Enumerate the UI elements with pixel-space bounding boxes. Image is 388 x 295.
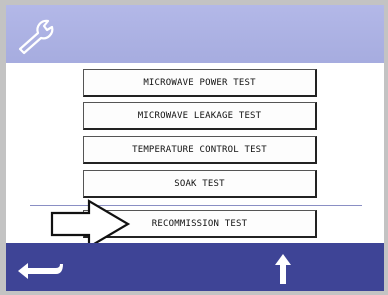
soak-test-button[interactable]: SOAK TEST bbox=[83, 170, 317, 198]
right-arrow-pointer-icon bbox=[50, 199, 131, 249]
microwave-power-test-button[interactable]: MICROWAVE POWER TEST bbox=[83, 69, 317, 97]
back-arrow-icon[interactable] bbox=[16, 259, 66, 279]
footer-bar bbox=[6, 243, 384, 291]
microwave-leakage-test-button[interactable]: MICROWAVE LEAKAGE TEST bbox=[83, 102, 317, 130]
wrench-icon bbox=[18, 19, 54, 55]
device-frame: MICROWAVE POWER TEST MICROWAVE LEAKAGE T… bbox=[0, 0, 388, 295]
header-bar bbox=[6, 5, 384, 63]
up-arrow-icon[interactable] bbox=[274, 253, 292, 285]
display-screen: MICROWAVE POWER TEST MICROWAVE LEAKAGE T… bbox=[6, 5, 384, 291]
temperature-control-test-button[interactable]: TEMPERATURE CONTROL TEST bbox=[83, 136, 317, 164]
